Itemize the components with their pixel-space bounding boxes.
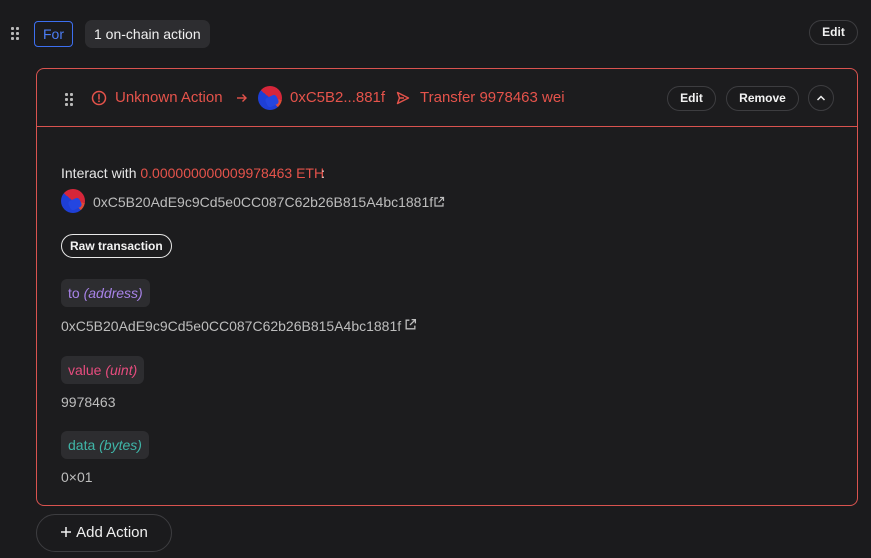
action-card: Unknown Action 0xC5B2...881f Transfer 99… (36, 68, 858, 506)
contract-address-link[interactable]: 0xC5B20AdE9c9Cd5e0CC087C62b26B815A4bc188… (93, 193, 445, 211)
for-badge[interactable]: For (34, 21, 73, 47)
external-link-icon[interactable] (404, 318, 417, 331)
param-to-value-link[interactable]: 0xC5B20AdE9c9Cd5e0CC087C62b26B815A4bc188… (61, 317, 417, 335)
param-data-name: data (68, 437, 96, 453)
interact-amount: 0.000000000009978463 ETH (140, 165, 325, 181)
short-address: 0xC5B2...881f (290, 89, 386, 106)
contract-address: 0xC5B20AdE9c9Cd5e0CC087C62b26B815A4bc188… (93, 194, 434, 210)
arrow-right-icon (237, 94, 247, 102)
add-action-label: Add Action (76, 524, 148, 541)
send-icon (396, 91, 410, 105)
remove-action-button[interactable]: Remove (726, 86, 799, 111)
edit-action-button[interactable]: Edit (667, 86, 716, 111)
action-card-header[interactable]: Unknown Action 0xC5B2...881f Transfer 99… (37, 69, 857, 127)
drag-handle-icon[interactable] (11, 27, 19, 40)
contract-avatar (61, 189, 85, 213)
param-value-type: (uint) (105, 362, 138, 378)
edit-proposal-button[interactable]: Edit (809, 20, 858, 45)
param-data-type: (bytes) (99, 437, 142, 453)
param-to-name: to (68, 285, 80, 301)
drag-handle-icon[interactable] (65, 93, 73, 106)
param-value-value: 9978463 (61, 394, 116, 410)
add-action-button[interactable]: Add Action (36, 514, 172, 552)
top-row: For 1 on-chain action Edit (0, 0, 871, 68)
plus-icon (61, 526, 72, 537)
actions-count-chip: 1 on-chain action (85, 20, 210, 48)
param-value-tag: value (uint) (61, 356, 145, 384)
chevron-up-icon (816, 95, 826, 101)
raw-transaction-button[interactable]: Raw transaction (61, 234, 172, 258)
param-to-type: (address) (83, 285, 143, 301)
alert-circle-icon (91, 90, 107, 106)
external-link-icon[interactable] (433, 196, 445, 208)
param-to-tag: to (address) (61, 279, 150, 307)
interact-line: Interact with 0.000000000009978463 ETH: (61, 164, 325, 182)
param-value-name: value (68, 362, 102, 378)
param-to-value: 0xC5B20AdE9c9Cd5e0CC087C62b26B815A4bc188… (61, 318, 402, 334)
interact-suffix: : (321, 165, 325, 181)
param-data-value: 0×01 (61, 469, 93, 485)
interact-prefix: Interact with (61, 165, 137, 181)
collapse-button[interactable] (808, 85, 834, 111)
transfer-summary: Transfer 9978463 wei (420, 89, 565, 106)
param-data-tag: data (bytes) (61, 431, 149, 459)
action-title: Unknown Action (115, 89, 223, 106)
address-avatar (258, 86, 282, 110)
